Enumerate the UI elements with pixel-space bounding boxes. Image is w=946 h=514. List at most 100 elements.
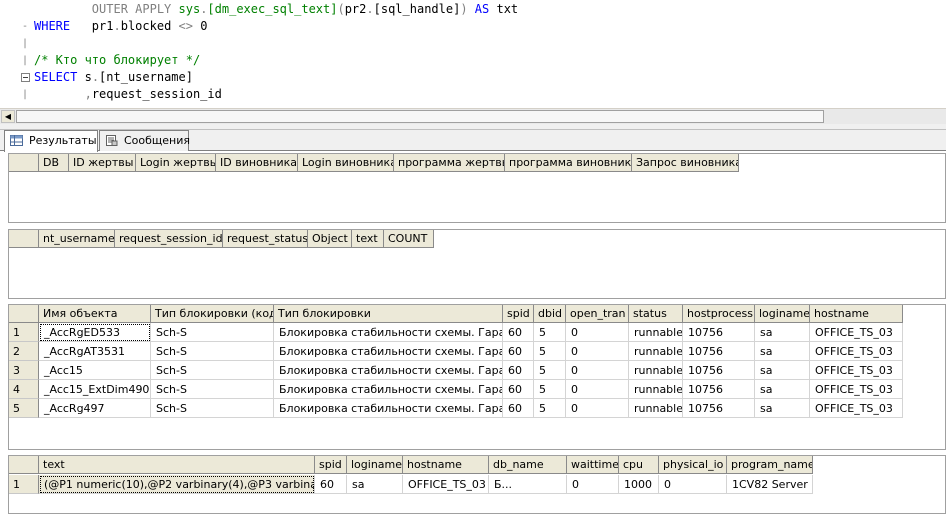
table-cell[interactable]: sa: [755, 361, 810, 380]
result-grid-3[interactable]: Имя объекта Тип блокировки (код) Тип блоки…: [8, 304, 946, 450]
column-header[interactable]: hostprocess: [683, 305, 755, 323]
column-header[interactable]: Login жертвы: [136, 154, 216, 172]
table-cell[interactable]: sa: [755, 399, 810, 418]
table-cell[interactable]: _Acc15_ExtDim490: [39, 380, 151, 399]
table-cell[interactable]: 60: [503, 361, 534, 380]
row-number[interactable]: 2: [9, 342, 39, 361]
table-cell[interactable]: 0: [566, 399, 629, 418]
table-cell[interactable]: Sch-S: [151, 399, 274, 418]
table-cell[interactable]: OFFICE_TS_03: [403, 475, 489, 494]
scrollbar-thumb[interactable]: [16, 110, 824, 123]
column-header[interactable]: spid: [315, 456, 347, 474]
table-cell[interactable]: _AccRgAT3531: [39, 342, 151, 361]
column-header[interactable]: text: [352, 230, 384, 248]
code-line[interactable]: WHERE pr1.blocked <> 0: [34, 18, 207, 35]
table-cell[interactable]: OFFICE_TS_03: [810, 399, 903, 418]
editor-horizontal-scrollbar[interactable]: ◀: [0, 108, 946, 124]
table-cell[interactable]: 0: [566, 342, 629, 361]
column-header[interactable]: loginame: [755, 305, 810, 323]
table-cell[interactable]: Блокировка стабильности схемы. Гаран...: [274, 323, 503, 342]
table-cell[interactable]: Блокировка стабильности схемы. Гаран...: [274, 342, 503, 361]
table-cell[interactable]: Sch-S: [151, 323, 274, 342]
table-cell[interactable]: OFFICE_TS_03: [810, 380, 903, 399]
table-cell[interactable]: Блокировка стабильности схемы. Гаран...: [274, 361, 503, 380]
table-cell[interactable]: sa: [755, 342, 810, 361]
grid-corner[interactable]: [9, 230, 39, 248]
column-header[interactable]: Имя объекта: [39, 305, 151, 323]
row-number[interactable]: 5: [9, 399, 39, 418]
row-number[interactable]: 4: [9, 380, 39, 399]
table-cell[interactable]: 0: [566, 323, 629, 342]
table-cell[interactable]: Sch-S: [151, 342, 274, 361]
result-grid-1[interactable]: DB ID жертвы Login жертвы ID виновника Login…: [8, 153, 946, 223]
table-cell[interactable]: runnable: [629, 380, 683, 399]
grid-corner[interactable]: [9, 154, 39, 172]
table-cell[interactable]: sa: [347, 475, 403, 494]
table-cell[interactable]: 0: [566, 380, 629, 399]
column-header[interactable]: waittime: [567, 456, 619, 474]
table-cell[interactable]: 10756: [683, 342, 755, 361]
column-header[interactable]: nt_username: [39, 230, 115, 248]
result-grid-4[interactable]: text spid loginame hostname db_name waittime c…: [8, 455, 946, 514]
table-cell[interactable]: 60: [503, 342, 534, 361]
column-header[interactable]: Тип блокировки: [274, 305, 503, 323]
column-header[interactable]: loginame: [347, 456, 403, 474]
column-header[interactable]: Object: [308, 230, 352, 248]
table-cell[interactable]: 60: [315, 475, 347, 494]
table-cell[interactable]: sa: [755, 323, 810, 342]
table-cell[interactable]: 10756: [683, 399, 755, 418]
column-header[interactable]: DB: [39, 154, 69, 172]
row-number[interactable]: 1: [9, 475, 39, 494]
column-header[interactable]: program_name: [727, 456, 813, 474]
table-cell[interactable]: sa: [755, 380, 810, 399]
column-header[interactable]: status: [629, 305, 683, 323]
column-header[interactable]: программа виновника: [505, 154, 632, 172]
table-cell[interactable]: 5: [534, 342, 566, 361]
table-cell[interactable]: runnable: [629, 361, 683, 380]
table-cell[interactable]: (@P1 numeric(10),@P2 varbinary(4),@P3 va…: [39, 475, 315, 494]
column-header[interactable]: COUNT: [384, 230, 434, 248]
table-cell[interactable]: 0: [566, 361, 629, 380]
table-cell[interactable]: OFFICE_TS_03: [810, 342, 903, 361]
column-header[interactable]: Тип блокировки (код): [151, 305, 274, 323]
column-header[interactable]: cpu: [619, 456, 659, 474]
table-cell[interactable]: 5: [534, 399, 566, 418]
code-line[interactable]: OUTER APPLY sys.[dm_exec_sql_text](pr2.[…: [34, 1, 518, 18]
table-cell[interactable]: runnable: [629, 342, 683, 361]
column-header[interactable]: db_name: [489, 456, 567, 474]
row-number[interactable]: 1: [9, 323, 39, 342]
table-cell[interactable]: OFFICE_TS_03: [810, 323, 903, 342]
table-cell[interactable]: 1CV82 Server: [727, 475, 813, 494]
table-cell[interactable]: 5: [534, 361, 566, 380]
column-header[interactable]: open_tran: [566, 305, 629, 323]
table-cell[interactable]: 60: [503, 323, 534, 342]
table-cell[interactable]: _AccRgED533: [39, 323, 151, 342]
table-cell[interactable]: _Acc15: [39, 361, 151, 380]
table-cell[interactable]: _AccRg497: [39, 399, 151, 418]
column-header[interactable]: Login виновника: [298, 154, 394, 172]
code-line[interactable]: ,request_session_id: [34, 86, 222, 103]
column-header[interactable]: request_status: [223, 230, 308, 248]
table-cell[interactable]: 0: [659, 475, 727, 494]
column-header[interactable]: physical_io: [659, 456, 727, 474]
code-line[interactable]: /* Кто что блокирует */: [34, 52, 200, 69]
sql-editor[interactable]: OUTER APPLY sys.[dm_exec_sql_text](pr2.[…: [0, 0, 946, 108]
table-cell[interactable]: 60: [503, 399, 534, 418]
table-cell[interactable]: 0: [567, 475, 619, 494]
table-cell[interactable]: Блокировка стабильности схемы. Гаран...: [274, 399, 503, 418]
tab-messages[interactable]: Сообщения: [99, 130, 190, 151]
table-cell[interactable]: runnable: [629, 399, 683, 418]
table-cell[interactable]: 60: [503, 380, 534, 399]
table-cell[interactable]: 5: [534, 380, 566, 399]
table-cell[interactable]: 10756: [683, 380, 755, 399]
table-cell[interactable]: runnable: [629, 323, 683, 342]
table-cell[interactable]: OFFICE_TS_03: [810, 361, 903, 380]
column-header[interactable]: ID жертвы: [69, 154, 136, 172]
column-header[interactable]: ID виновника: [216, 154, 298, 172]
column-header[interactable]: spid: [503, 305, 534, 323]
table-cell[interactable]: 1000: [619, 475, 659, 494]
table-cell[interactable]: Sch-S: [151, 361, 274, 380]
column-header[interactable]: text: [39, 456, 315, 474]
column-header[interactable]: hostname: [403, 456, 489, 474]
table-cell[interactable]: Блокировка стабильности схемы. Гаран...: [274, 380, 503, 399]
